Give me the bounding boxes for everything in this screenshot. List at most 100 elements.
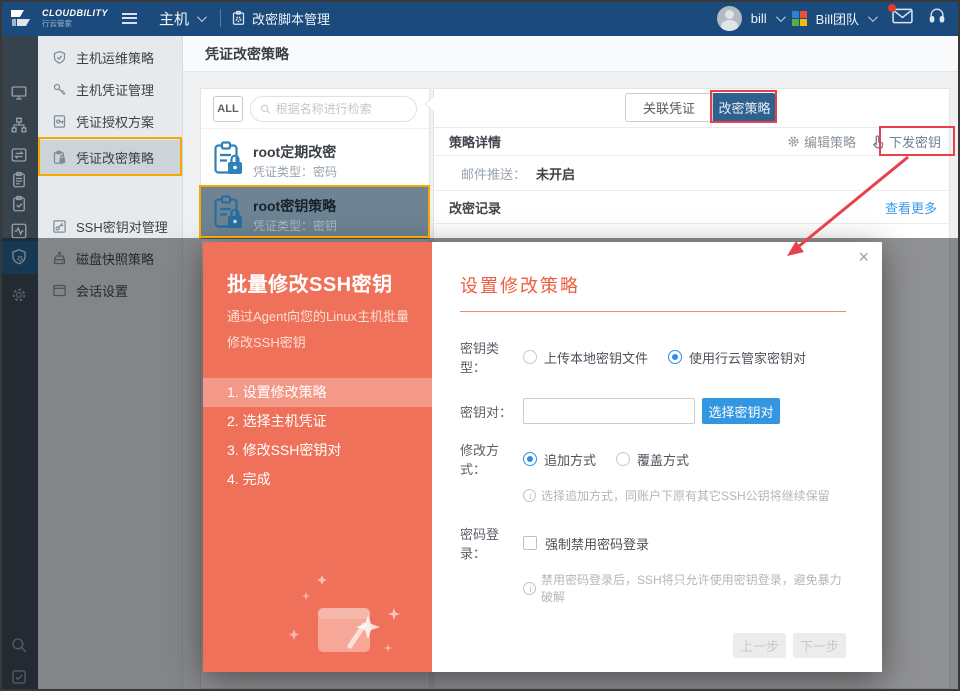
deploy-key-link[interactable]: 下发密钥: [871, 132, 941, 151]
topology-icon[interactable]: [10, 116, 28, 134]
modal-body: × 设置修改策略 密钥类型： 上传本地密钥文件 使用行云管家密钥对 密钥对： 选…: [432, 242, 882, 672]
modal-wizard-title: 批量修改SSH密钥: [227, 274, 393, 296]
navbar-right: bill Bill团队: [716, 3, 960, 31]
radio-checked-icon[interactable]: [668, 350, 683, 364]
list-toolbar: ALL: [201, 89, 429, 129]
search-box[interactable]: [250, 95, 417, 122]
password-login-label: 密码登录：: [460, 527, 500, 561]
key-type-row: 密钥类型： 上传本地密钥文件 使用行云管家密钥对: [460, 338, 846, 376]
modal-wizard-description: 通过Agent向您的Linux主机批量修改SSH密钥: [227, 309, 410, 350]
user-name[interactable]: bill: [751, 11, 767, 26]
shield-check-icon: [53, 50, 66, 64]
tab-password-policy[interactable]: 改密策略: [713, 93, 776, 122]
checkbox-label: 强制禁用密码登录: [545, 536, 650, 552]
search-icon: [261, 104, 270, 114]
key-type-label: 密钥类型：: [460, 341, 500, 375]
cloudbility-logo-icon: [11, 10, 30, 26]
magic-wand-illustration: [289, 575, 400, 652]
option-force-disable-password-login[interactable]: 强制禁用密码登录: [523, 534, 649, 553]
checkbox-unchecked-icon[interactable]: [523, 536, 537, 550]
hamburger-icon[interactable]: [122, 10, 137, 26]
user-avatar[interactable]: [716, 5, 742, 31]
user-chevron-down-icon[interactable]: [775, 11, 786, 22]
radio-checked-icon[interactable]: [523, 452, 537, 466]
sidebar-item-credential-password-policy[interactable]: 凭证改密策略: [38, 140, 183, 175]
sidebar-item-label: 主机运维策略: [76, 51, 155, 66]
batch-modify-ssh-key-modal: 批量修改SSH密钥 通过Agent向您的Linux主机批量修改SSH密钥 1. …: [203, 242, 882, 672]
headset-icon: [929, 8, 945, 23]
sidebar-item-label: SSH密钥对管理: [76, 220, 168, 235]
team-name[interactable]: Bill团队: [816, 9, 859, 28]
hint-text: 选择追加方式，同账户下原有其它SSH公钥将继续保留: [541, 489, 830, 503]
sidebar-item-host-credentials[interactable]: 主机凭证管理: [38, 74, 183, 105]
filter-all-button[interactable]: ALL: [213, 95, 243, 122]
option-append-mode[interactable]: 追加方式: [523, 450, 596, 469]
mail-push-value: 未开启: [536, 166, 576, 182]
option-overwrite-mode[interactable]: 覆盖方式: [616, 450, 689, 469]
sidebar-item-label: 凭证改密策略: [76, 151, 155, 166]
next-step-button[interactable]: 下一步: [793, 633, 846, 658]
logo-title: CLOUDBILITY: [42, 7, 108, 18]
app-window: CLOUDBILITY 行云管家 主机 改密脚本管理 bill Bill团队 主…: [0, 0, 960, 691]
chevron-down-icon[interactable]: [196, 11, 207, 22]
logo-subtitle: 行云管家: [42, 18, 72, 28]
policy-subtitle: 凭证类型：密钥: [253, 219, 338, 233]
policy-form: 密钥类型： 上传本地密钥文件 使用行云管家密钥对 密钥对： 选择密钥对 修改方式…: [460, 338, 846, 605]
option-label: 上传本地密钥文件: [544, 350, 649, 366]
option-use-managed-keypair[interactable]: 使用行云管家密钥对: [668, 348, 806, 367]
wizard-step-4: 4. 完成: [227, 471, 271, 487]
key-pair-input[interactable]: [523, 398, 695, 424]
doc-key-icon: [53, 115, 66, 128]
policy-title: root定期改密: [253, 144, 337, 160]
key-pair-label: 密钥对：: [460, 404, 513, 420]
page-title-bar: 凭证改密策略: [183, 36, 960, 72]
file-transfer-icon[interactable]: [10, 146, 28, 164]
mail-unread-dot: [888, 3, 896, 12]
sidebar-item-host-ops-policy[interactable]: 主机运维策略: [38, 42, 183, 73]
support-button[interactable]: [928, 7, 946, 29]
info-icon: [523, 489, 537, 502]
sidebar-item-label: 主机凭证管理: [76, 83, 155, 98]
policy-title: root密钥策略: [253, 198, 337, 214]
nav-divider: [220, 9, 222, 27]
radio-unchecked-icon[interactable]: [616, 452, 631, 466]
select-key-pair-button[interactable]: 选择密钥对: [702, 398, 780, 424]
title-divider: [460, 311, 846, 312]
sidebar-item-credential-authorization[interactable]: 凭证授权方案: [38, 106, 183, 137]
policy-detail-header-row: 策略详情 编辑策略 下发密钥: [434, 128, 949, 156]
radio-unchecked-icon[interactable]: [523, 350, 537, 364]
password-login-hint: 禁用密码登录后，SSH将只允许使用密钥登录，避免暴力破解: [523, 571, 846, 605]
option-upload-local-key[interactable]: 上传本地密钥文件: [523, 348, 648, 367]
nav-tab-script-manage[interactable]: 改密脚本管理: [231, 9, 330, 28]
policy-list-item-root-periodic[interactable]: root定期改密 凭证类型：密码: [201, 133, 429, 185]
team-chevron-down-icon[interactable]: [867, 11, 878, 22]
view-more-link[interactable]: 查看更多: [885, 198, 949, 217]
page-title: 凭证改密策略: [205, 45, 289, 62]
option-label: 追加方式: [544, 452, 597, 468]
edit-policy-link[interactable]: 编辑策略: [787, 132, 856, 151]
sidebar-item-label: 凭证授权方案: [76, 115, 155, 130]
records-title: 改密记录: [449, 200, 502, 216]
key-pair-row: 密钥对： 选择密钥对: [460, 398, 846, 424]
password-login-row: 密码登录： 强制禁用密码登录: [460, 524, 846, 562]
nav-tab-label: 改密脚本管理: [252, 11, 331, 27]
policy-list-item-root-key-selected[interactable]: root密钥策略 凭证类型：密钥: [201, 187, 429, 239]
mail-button[interactable]: [888, 3, 913, 29]
key-icon: [53, 83, 66, 95]
audit-clipboard-icon[interactable]: [10, 195, 28, 213]
detail-tabs: 关联凭证 改密策略: [434, 89, 949, 128]
desktop-icon[interactable]: [10, 84, 28, 102]
modify-mode-row: 修改方式： 追加方式 覆盖方式: [460, 440, 846, 478]
previous-step-button[interactable]: 上一步: [733, 633, 786, 658]
nav-menu-host[interactable]: 主机: [159, 8, 189, 29]
task-list-icon[interactable]: [10, 171, 28, 189]
top-navbar: CLOUDBILITY 行云管家 主机 改密脚本管理 bill Bill团队: [0, 0, 960, 36]
modify-mode-hint: 选择追加方式，同账户下原有其它SSH公钥将继续保留: [523, 487, 846, 504]
detail-actions: 编辑策略 下发密钥: [787, 132, 949, 151]
tab-linked-credentials[interactable]: 关联凭证: [625, 93, 713, 122]
modal-wizard-sidebar: 批量修改SSH密钥 通过Agent向您的Linux主机批量修改SSH密钥 1. …: [203, 242, 432, 672]
policy-subtitle: 凭证类型：密码: [253, 165, 338, 179]
search-input[interactable]: [275, 101, 407, 116]
close-icon[interactable]: ×: [858, 248, 869, 266]
team-grid-icon[interactable]: [791, 10, 807, 26]
